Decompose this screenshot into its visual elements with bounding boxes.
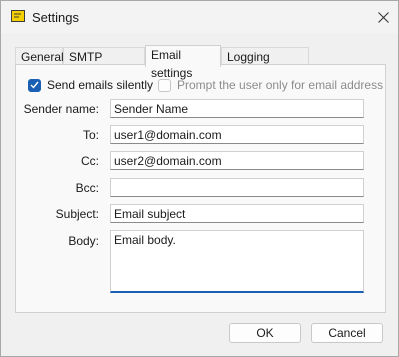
tab-smtp-settings[interactable]: SMTP settings bbox=[63, 47, 145, 82]
subject-field[interactable] bbox=[110, 204, 364, 223]
tab-email-settings[interactable]: Email settings bbox=[145, 45, 221, 80]
prompt-address-label: Prompt the user only for email address bbox=[177, 78, 384, 92]
cc-field[interactable] bbox=[110, 151, 364, 170]
bcc-field[interactable] bbox=[110, 178, 364, 197]
tab-strip: General SMTP settings Email settings Log… bbox=[15, 45, 385, 82]
settings-window: Settings General SMTP settings Email set… bbox=[0, 0, 399, 357]
title-bar: Settings bbox=[1, 1, 398, 33]
sender-name-label: Sender name: bbox=[23, 102, 99, 116]
send-silently-checkbox[interactable]: Send emails silently bbox=[28, 77, 153, 93]
checkmark-icon bbox=[28, 78, 41, 92]
cancel-button[interactable]: Cancel bbox=[311, 323, 383, 343]
send-silently-label: Send emails silently bbox=[47, 78, 154, 92]
sender-name-field[interactable] bbox=[110, 99, 364, 118]
body-label: Body: bbox=[68, 234, 99, 248]
to-field[interactable] bbox=[110, 125, 364, 144]
bcc-label: Bcc: bbox=[75, 181, 99, 195]
cc-label: Cc: bbox=[81, 154, 99, 168]
subject-label: Subject: bbox=[55, 207, 99, 221]
tab-general[interactable]: General bbox=[15, 47, 64, 65]
close-icon[interactable] bbox=[368, 1, 398, 33]
tab-logging-settings[interactable]: Logging settings bbox=[221, 47, 309, 82]
settings-app-icon bbox=[11, 10, 25, 22]
window-title: Settings bbox=[32, 10, 79, 25]
to-label: To: bbox=[82, 128, 99, 142]
ok-button[interactable]: OK bbox=[229, 323, 301, 343]
body-field[interactable]: Email body. bbox=[110, 230, 364, 293]
